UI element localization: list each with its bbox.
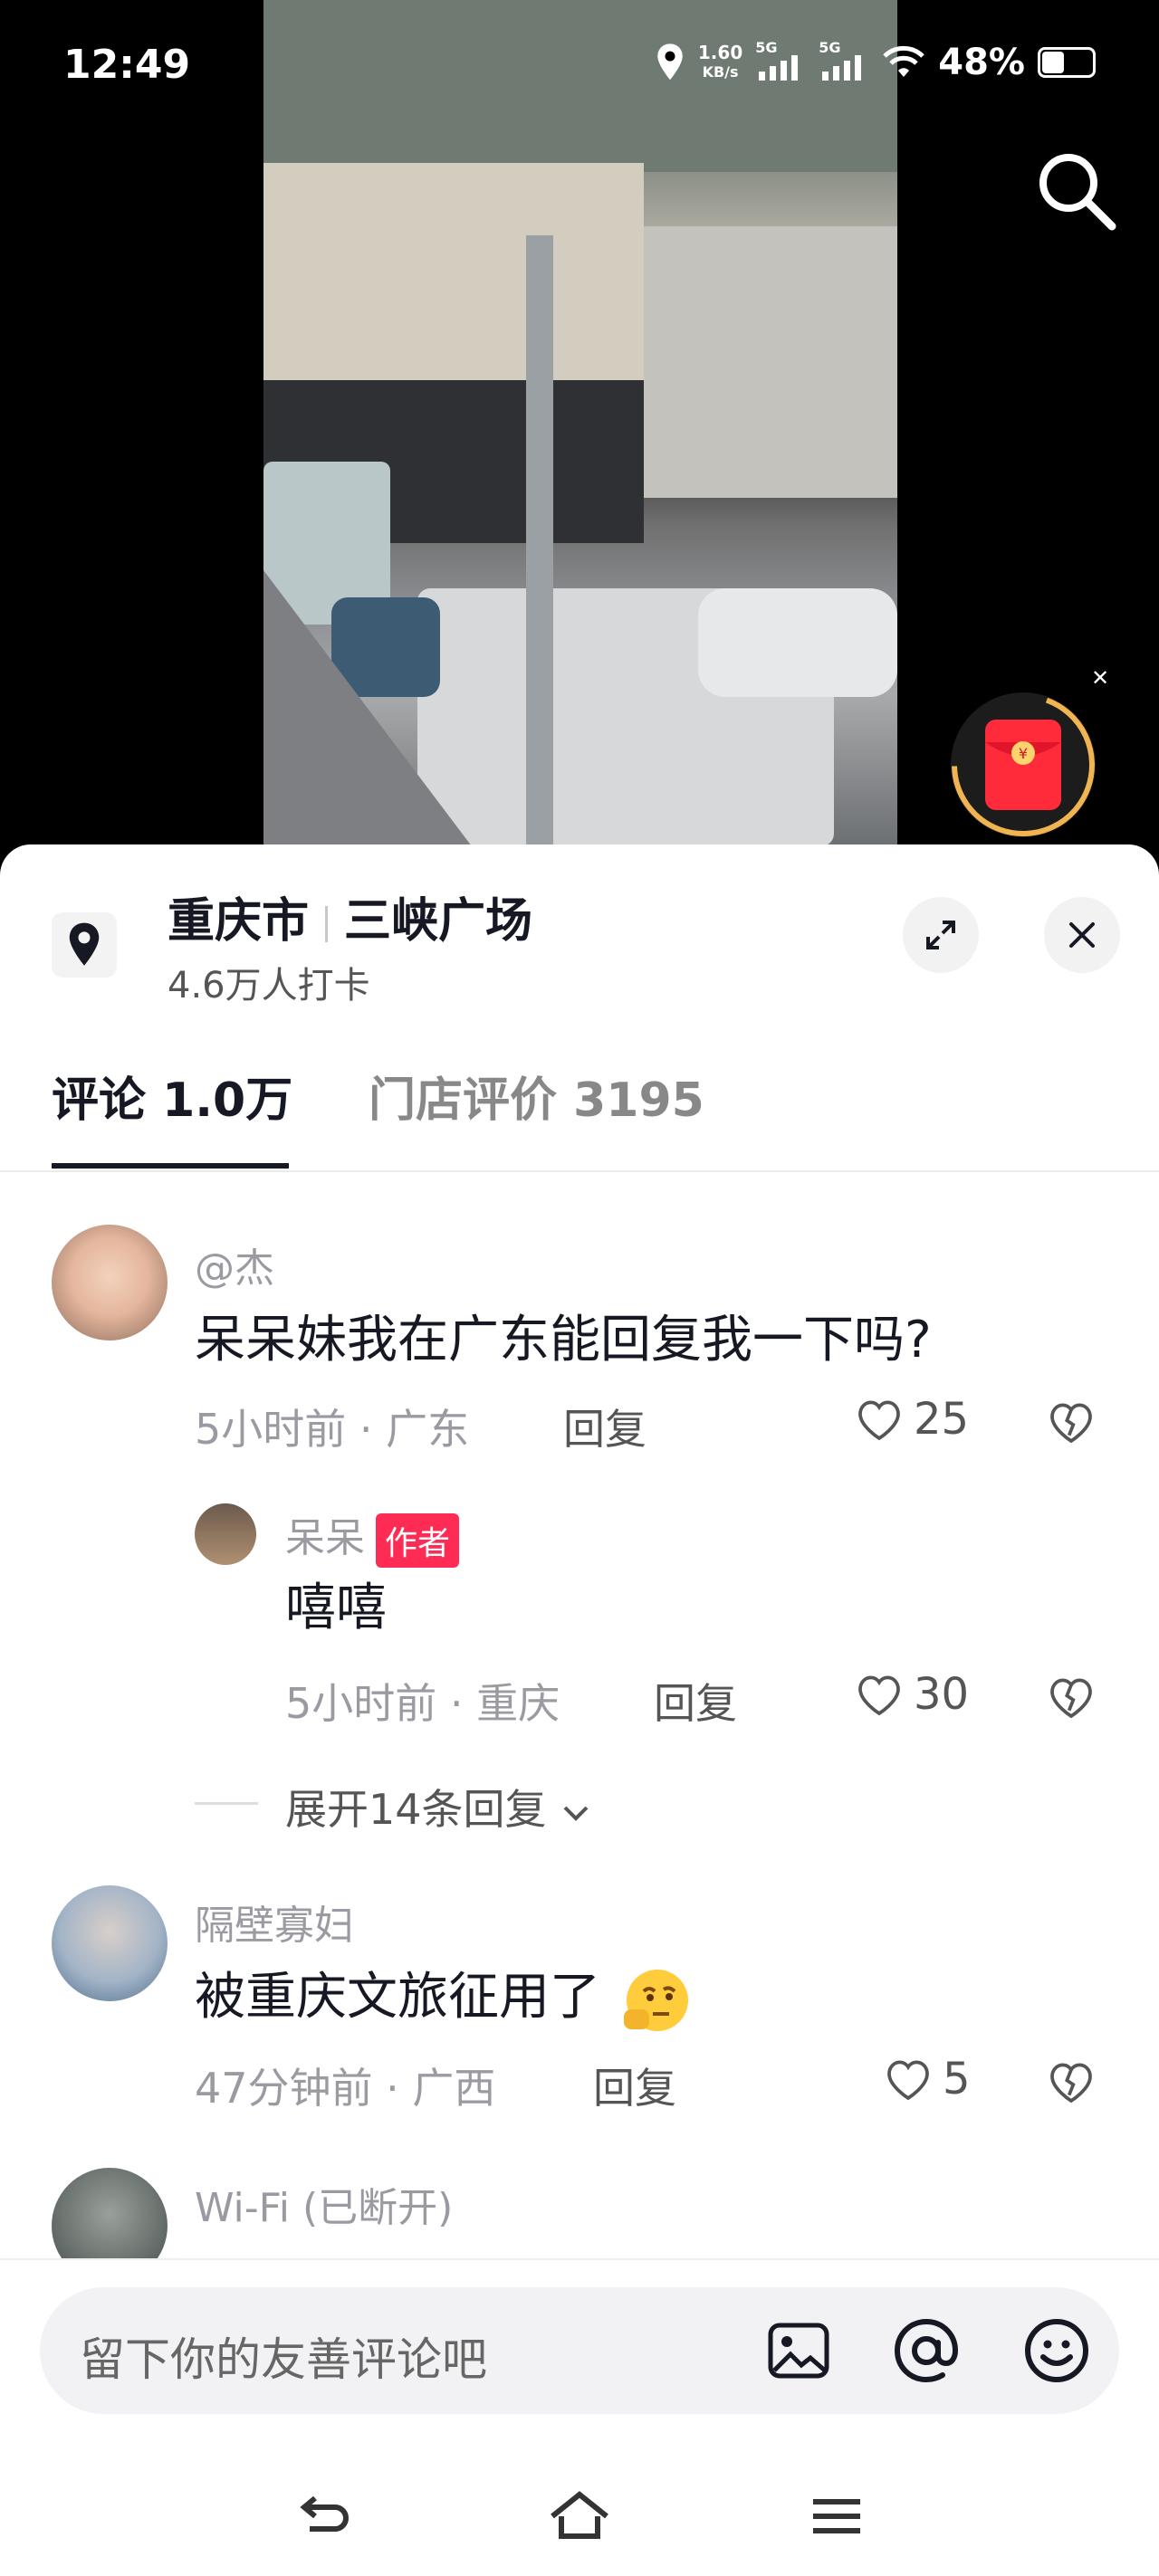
checkin-count: 4.6万人打卡 [168, 965, 370, 1007]
like-count: 30 [914, 1669, 970, 1720]
expand-divider [195, 1802, 258, 1805]
signal-2-icon: 5G [819, 39, 869, 81]
avatar[interactable] [52, 1885, 168, 2001]
expand-replies-button[interactable]: 展开14条回复 [285, 1777, 592, 1837]
menu-icon[interactable] [800, 2480, 873, 2552]
video-frame[interactable] [263, 0, 897, 846]
red-packet-icon[interactable]: ¥ [946, 688, 1100, 842]
comment-time-place: 5小时前 · 广东 [195, 1405, 470, 1454]
comment-time-place: 5小时前 · 重庆 [285, 1679, 560, 1728]
reply-button[interactable]: 回复 [593, 2056, 676, 2115]
reply-button[interactable]: 回复 [654, 1671, 737, 1731]
at-icon[interactable] [890, 2314, 963, 2387]
reply-username[interactable]: 呆呆 作者 [285, 1505, 460, 1568]
search-icon[interactable] [1030, 145, 1121, 235]
back-icon[interactable] [288, 2480, 360, 2552]
comment-time-place: 47分钟前 · 广西 [195, 2064, 496, 2113]
location-icon [52, 912, 117, 978]
chevron-down-icon [563, 1806, 589, 1821]
net-speed: 1.60 KB/s [697, 42, 743, 81]
wifi-icon [883, 45, 924, 77]
reply-button[interactable]: 回复 [563, 1397, 647, 1456]
comment-text[interactable]: 被重庆文旅征用了 [195, 1956, 694, 2037]
red-packet-close-icon[interactable]: ✕ [1091, 665, 1109, 691]
like-button[interactable]: 25 [854, 1394, 969, 1445]
tab-bar: 评论 1.0万 门店评价 3195 [0, 1062, 1159, 1172]
tab-comments[interactable]: 评论 1.0万 [52, 1062, 292, 1130]
battery-text: 48% [938, 42, 1025, 83]
tab-store-reviews[interactable]: 门店评价 3195 [369, 1062, 704, 1130]
place-name: 三峡广场 [344, 894, 533, 949]
location-title[interactable]: 重庆市 三峡广场 [168, 883, 532, 950]
avatar[interactable] [52, 1225, 168, 1340]
location-status-icon [657, 43, 683, 81]
like-count: 5 [943, 2054, 971, 2104]
comment-text[interactable]: 呆呆妹我在广东能回复我一下吗? [195, 1299, 932, 1372]
battery-icon [1038, 47, 1096, 78]
dislike-icon[interactable] [1046, 2058, 1097, 2109]
dislike-icon[interactable] [1046, 1674, 1097, 1724]
close-icon[interactable] [1044, 897, 1120, 973]
avatar[interactable] [195, 1503, 256, 1565]
home-icon[interactable] [543, 2480, 616, 2552]
comment-username[interactable]: 隔壁寡妇 [195, 1893, 354, 1951]
emoji-icon[interactable] [1020, 2314, 1093, 2387]
image-icon[interactable] [762, 2314, 835, 2387]
like-button[interactable]: 5 [883, 2054, 971, 2104]
like-button[interactable]: 30 [854, 1669, 969, 1720]
heart-icon [858, 1675, 900, 1716]
title-divider [325, 906, 329, 942]
tab-indicator [52, 1163, 289, 1169]
thinking-emoji-icon [623, 1969, 688, 2031]
input-placeholder: 留下你的友善评论吧 [80, 2333, 487, 2386]
clock: 12:49 [63, 42, 191, 88]
city-name: 重庆市 [168, 894, 310, 949]
svg-text:¥: ¥ [1019, 745, 1028, 762]
author-badge: 作者 [376, 1513, 460, 1568]
comment-username[interactable]: @杰 [195, 1236, 274, 1293]
status-bar: 12:49 1.60 KB/s 5G 5G 48% [0, 36, 1159, 100]
heart-icon [887, 2060, 929, 2101]
heart-icon [858, 1400, 900, 1441]
comment-username[interactable]: Wi-Fi (已断开) [195, 2175, 453, 2233]
comment-text[interactable]: 嘻嘻 [285, 1567, 387, 1640]
video-area[interactable]: 12:49 1.60 KB/s 5G 5G 48% ✕ ¥ [0, 0, 1159, 869]
dislike-icon[interactable] [1046, 1398, 1097, 1449]
expand-icon[interactable] [903, 897, 979, 973]
video-scene [263, 0, 897, 846]
like-count: 25 [914, 1394, 970, 1445]
system-nav-bar [0, 2480, 1159, 2574]
signal-1-icon: 5G [755, 39, 806, 81]
